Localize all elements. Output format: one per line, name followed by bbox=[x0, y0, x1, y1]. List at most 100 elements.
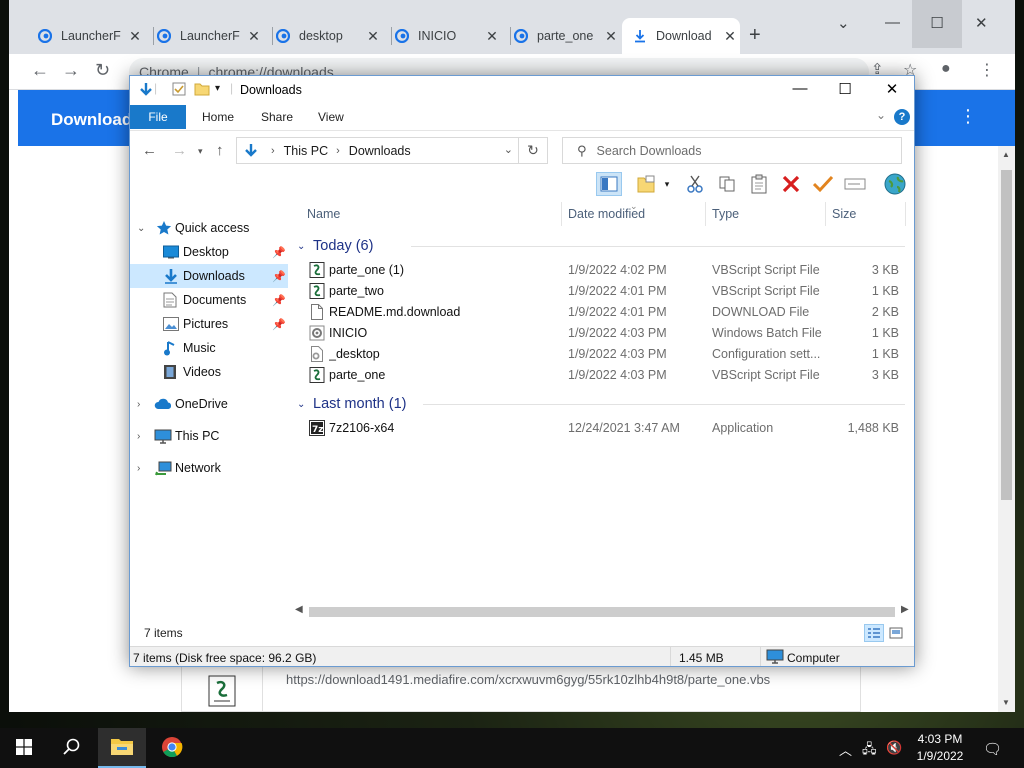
close-tab-icon[interactable]: ✕ bbox=[244, 28, 264, 45]
maximize-icon[interactable]: ☐ bbox=[912, 0, 962, 48]
scroll-down-arrow-icon[interactable]: ▼ bbox=[1002, 698, 1010, 707]
chrome-tab-active[interactable]: Download ✕ bbox=[622, 18, 740, 54]
scroll-left-arrow-icon[interactable]: ◀ bbox=[295, 604, 303, 615]
back-arrow-icon[interactable]: ← bbox=[142, 142, 157, 159]
new-item-chevron-icon[interactable]: ▾ bbox=[660, 172, 674, 196]
file-row[interactable]: INICIO 1/9/2022 4:03 PM Windows Batch Fi… bbox=[295, 323, 905, 344]
details-view-icon[interactable] bbox=[864, 624, 884, 642]
close-tab-icon[interactable]: ✕ bbox=[363, 28, 383, 45]
download-url-link[interactable]: https://download1491.mediafire.com/xcrxw… bbox=[286, 672, 770, 687]
large-icons-view-icon[interactable] bbox=[886, 624, 906, 642]
reload-icon[interactable]: ↻ bbox=[95, 60, 110, 81]
chrome-tab[interactable]: desktop ✕ bbox=[265, 18, 383, 54]
chrome-tab[interactable]: LauncherF ✕ bbox=[27, 18, 145, 54]
file-row[interactable]: _desktop 1/9/2022 4:03 PM Configuration … bbox=[295, 344, 905, 365]
address-dropdown-chevron-icon[interactable]: ⌄ bbox=[504, 143, 513, 156]
breadcrumb-downloads[interactable]: Downloads bbox=[349, 144, 411, 158]
nav-downloads[interactable]: Downloads 📌 bbox=[130, 264, 288, 288]
maximize-icon[interactable]: ☐ bbox=[835, 80, 855, 98]
expand-chevron-icon[interactable]: › bbox=[137, 431, 140, 442]
expand-chevron-icon[interactable]: › bbox=[137, 463, 140, 474]
scrollbar-thumb[interactable] bbox=[309, 607, 895, 617]
nav-quick-access[interactable]: ⌄ Quick access bbox=[130, 216, 288, 240]
nav-network[interactable]: › Network bbox=[130, 456, 288, 480]
pin-icon[interactable]: 📌 bbox=[272, 246, 286, 259]
page-scrollbar[interactable]: ▲ ▼ bbox=[998, 146, 1015, 712]
search-button[interactable] bbox=[48, 728, 96, 768]
scroll-right-arrow-icon[interactable]: ▶ bbox=[901, 604, 909, 615]
customize-qa-chevron-icon[interactable]: ▾ bbox=[215, 83, 220, 94]
search-input[interactable]: ⚲ Search Downloads bbox=[562, 137, 902, 164]
horizontal-scrollbar[interactable]: ◀ ▶ bbox=[295, 603, 913, 620]
tab-search-chevron-icon[interactable]: ⌄ bbox=[837, 14, 850, 32]
column-divider[interactable] bbox=[905, 202, 906, 226]
close-tab-icon[interactable]: ✕ bbox=[482, 28, 502, 45]
volume-muted-icon[interactable]: 🔇 bbox=[886, 740, 902, 756]
up-arrow-icon[interactable]: ↑ bbox=[216, 142, 224, 159]
breadcrumb-this-pc[interactable]: This PC bbox=[284, 144, 328, 158]
group-header-last-month[interactable]: ⌄ Last month (1) bbox=[295, 393, 905, 415]
back-arrow-icon[interactable]: ← bbox=[31, 60, 49, 81]
new-item-icon[interactable] bbox=[634, 172, 660, 196]
new-tab-button[interactable]: + bbox=[749, 24, 761, 47]
file-row[interactable]: README.md.download 1/9/2022 4:01 PM DOWN… bbox=[295, 302, 905, 323]
new-folder-icon[interactable] bbox=[194, 82, 210, 96]
column-header-type[interactable]: Type bbox=[712, 202, 739, 226]
copy-icon[interactable] bbox=[714, 172, 740, 196]
globe-icon[interactable] bbox=[882, 172, 908, 196]
tab-file[interactable]: File bbox=[130, 105, 186, 129]
rename-icon[interactable] bbox=[842, 172, 868, 196]
scrollbar-thumb[interactable] bbox=[1001, 170, 1012, 500]
pin-icon[interactable]: 📌 bbox=[272, 294, 286, 307]
downloads-menu-icon[interactable]: ⋮ bbox=[959, 106, 977, 127]
chrome-tab[interactable]: INICIO ✕ bbox=[384, 18, 502, 54]
close-tab-icon[interactable]: ✕ bbox=[125, 28, 145, 45]
taskbar-clock[interactable]: 4:03 PM 1/9/2022 bbox=[910, 731, 970, 765]
notifications-icon[interactable]: 🗨 bbox=[983, 740, 1002, 758]
profile-avatar-icon[interactable]: ● bbox=[941, 60, 951, 78]
chrome-tab[interactable]: parte_one ✕ bbox=[503, 18, 621, 54]
checkmark-icon[interactable] bbox=[810, 172, 836, 196]
nav-documents[interactable]: Documents 📌 bbox=[130, 288, 288, 312]
scroll-up-arrow-icon[interactable]: ▲ bbox=[1002, 150, 1010, 159]
nav-videos[interactable]: Videos bbox=[130, 360, 288, 384]
nav-desktop[interactable]: Desktop 📌 bbox=[130, 240, 288, 264]
pin-icon[interactable]: 📌 bbox=[272, 270, 286, 283]
address-bar[interactable]: › This PC › Downloads ⌄ ↻ bbox=[236, 137, 548, 164]
collapse-chevron-icon[interactable]: ⌄ bbox=[137, 223, 145, 234]
pin-icon[interactable]: 📌 bbox=[272, 318, 286, 331]
close-tab-icon[interactable]: ✕ bbox=[720, 28, 740, 45]
nav-onedrive[interactable]: › OneDrive bbox=[130, 392, 288, 416]
recent-locations-chevron-icon[interactable]: ▾ bbox=[198, 146, 203, 157]
paste-clipboard-icon[interactable] bbox=[746, 172, 772, 196]
help-icon[interactable]: ? bbox=[894, 109, 910, 125]
file-row[interactable]: 7z 7z2106-x64 12/24/2021 3:47 AM Applica… bbox=[295, 418, 905, 439]
forward-arrow-icon[interactable]: → bbox=[62, 60, 80, 81]
tab-view[interactable]: View bbox=[306, 105, 356, 129]
breadcrumb-chevron-icon[interactable]: › bbox=[271, 145, 275, 157]
show-hidden-icons-chevron-icon[interactable]: ︿ bbox=[839, 740, 852, 759]
refresh-icon[interactable]: ↻ bbox=[518, 138, 547, 163]
cut-scissors-icon[interactable] bbox=[682, 172, 708, 196]
chrome-tab[interactable]: LauncherF ✕ bbox=[146, 18, 264, 54]
file-row[interactable]: parte_two 1/9/2022 4:01 PM VBScript Scri… bbox=[295, 281, 905, 302]
group-collapse-chevron-icon[interactable]: ⌄ bbox=[297, 241, 313, 252]
file-row[interactable]: parte_one 1/9/2022 4:03 PM VBScript Scri… bbox=[295, 365, 905, 386]
forward-arrow-icon[interactable]: → bbox=[172, 142, 187, 159]
nav-this-pc[interactable]: › This PC bbox=[130, 424, 288, 448]
minimize-icon[interactable]: — bbox=[885, 14, 900, 31]
column-divider[interactable] bbox=[561, 202, 562, 226]
nav-music[interactable]: Music bbox=[130, 336, 288, 360]
tab-home[interactable]: Home bbox=[190, 105, 246, 129]
column-header-name[interactable]: Name bbox=[307, 202, 340, 226]
properties-check-icon[interactable] bbox=[172, 82, 186, 96]
file-row[interactable]: parte_one (1) 1/9/2022 4:02 PM VBScript … bbox=[295, 260, 905, 281]
close-window-icon[interactable]: ✕ bbox=[882, 80, 902, 98]
expand-ribbon-chevron-icon[interactable]: ⌄ bbox=[876, 108, 886, 122]
expand-chevron-icon[interactable]: › bbox=[137, 399, 140, 410]
taskbar-chrome[interactable] bbox=[148, 728, 196, 768]
chrome-menu-icon[interactable]: ⋮ bbox=[979, 60, 995, 80]
delete-x-icon[interactable] bbox=[778, 172, 804, 196]
start-button[interactable] bbox=[0, 728, 48, 768]
group-collapse-chevron-icon[interactable]: ⌄ bbox=[297, 399, 313, 410]
